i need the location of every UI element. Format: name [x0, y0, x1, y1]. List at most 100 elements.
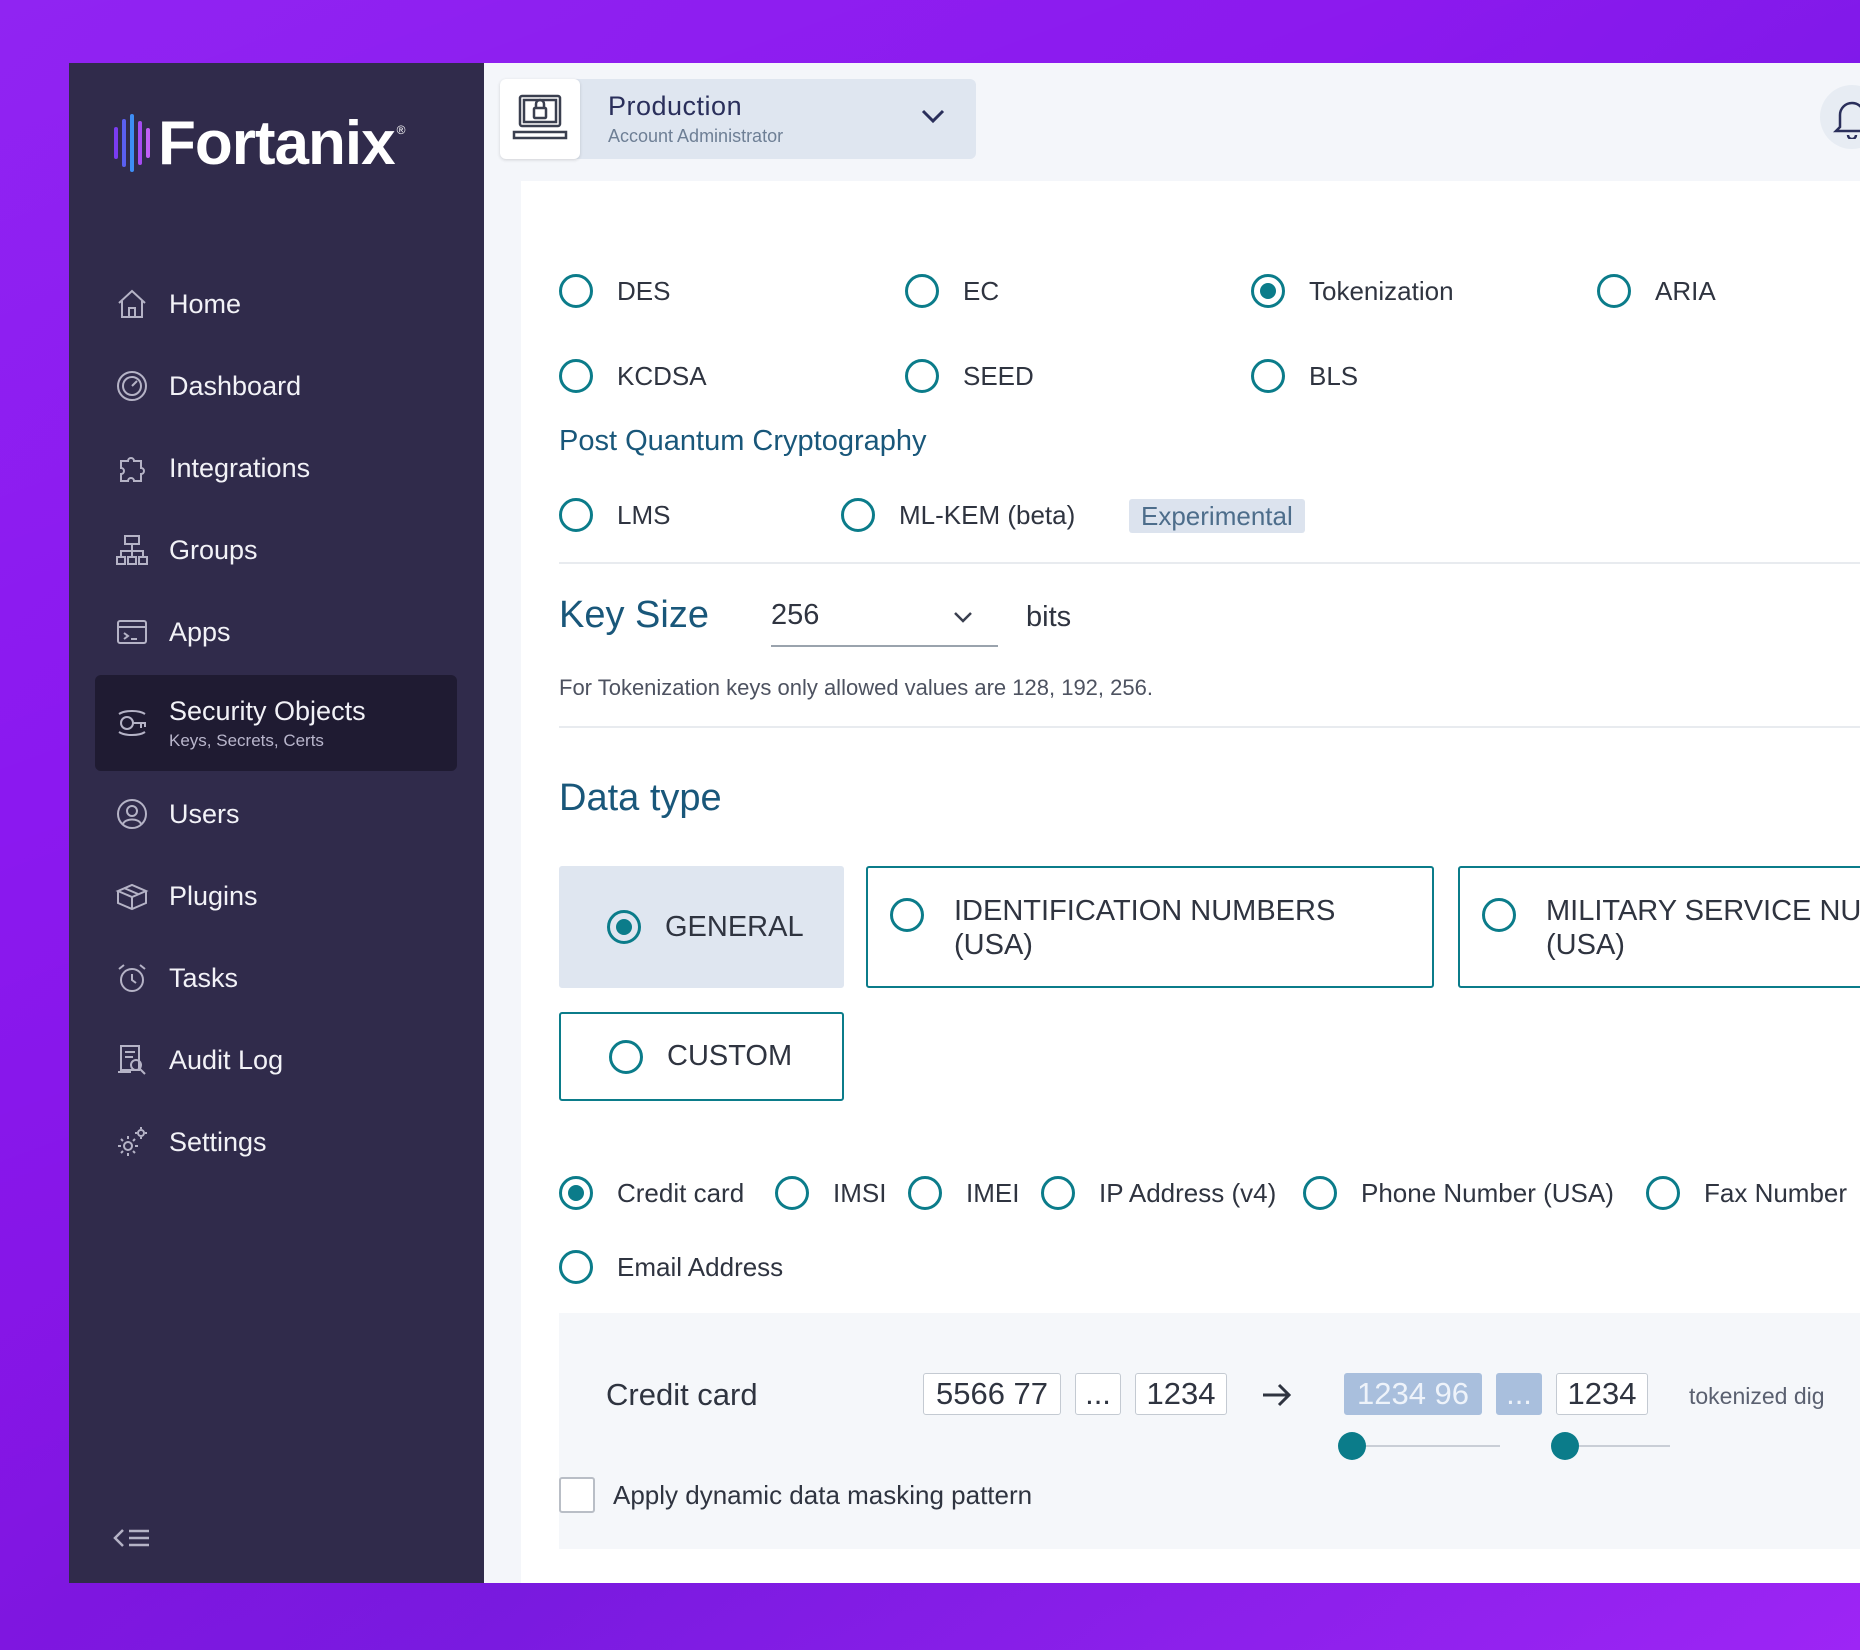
radio-label: IMSI [833, 1177, 887, 1208]
radio-button[interactable] [1482, 898, 1516, 932]
sidebar: Fortanix ® Home Dashboard Integrations G… [69, 63, 484, 1583]
terminal-window-icon [113, 613, 151, 651]
radio-imei[interactable]: IMEI [908, 1176, 1019, 1210]
radio-label: Phone Number (USA) [1361, 1177, 1614, 1208]
radio-aria[interactable]: ARIA [1597, 274, 1716, 308]
registered-mark: ® [396, 123, 406, 137]
chevron-down-icon [952, 599, 974, 632]
radio-ml-kem[interactable]: ML-KEM (beta) [841, 498, 1075, 532]
radio-button[interactable] [905, 274, 939, 308]
radio-lms[interactable]: LMS [559, 498, 670, 532]
radio-button-selected[interactable] [607, 910, 641, 944]
last-digits-slider-handle[interactable] [1551, 1432, 1579, 1460]
radio-button[interactable] [841, 498, 875, 532]
data-type-label: GENERAL [665, 910, 804, 943]
account-switcher[interactable]: Production Account Administrator [500, 79, 976, 159]
radio-button[interactable] [1041, 1176, 1075, 1210]
sidebar-item-label: Groups [169, 534, 258, 565]
radio-imsi[interactable]: IMSI [775, 1176, 886, 1210]
data-type-general[interactable]: GENERAL [559, 866, 844, 988]
sidebar-item-label: Security Objects [169, 695, 366, 726]
log-search-icon [113, 1041, 151, 1079]
top-bar: Production Account Administrator [484, 63, 1860, 181]
checkbox-box[interactable] [559, 1477, 595, 1513]
sidebar-item-tasks[interactable]: Tasks [95, 937, 457, 1019]
radio-button[interactable] [775, 1176, 809, 1210]
radio-phone-number[interactable]: Phone Number (USA) [1303, 1176, 1614, 1210]
output-digits-last: 1234 [1556, 1373, 1648, 1415]
radio-ip-address[interactable]: IP Address (v4) [1041, 1176, 1276, 1210]
radio-des[interactable]: DES [559, 274, 670, 308]
last-digits-slider-track[interactable] [1565, 1445, 1670, 1447]
radio-label: DES [617, 275, 671, 306]
radio-button-selected[interactable] [559, 1176, 593, 1210]
main-content: DES EC Tokenization ARIA KCDSA SEED BLS … [521, 181, 1860, 1583]
radio-tokenization[interactable]: Tokenization [1251, 274, 1454, 308]
sidebar-item-settings[interactable]: Settings [95, 1101, 457, 1183]
checkbox-label: Apply dynamic data masking pattern [613, 1479, 1033, 1510]
radio-button[interactable] [1251, 359, 1285, 393]
chevron-down-icon [920, 107, 946, 130]
radio-ec[interactable]: EC [905, 274, 999, 308]
radio-button[interactable] [559, 359, 593, 393]
sidebar-item-apps[interactable]: Apps [95, 591, 457, 673]
radio-button[interactable] [905, 359, 939, 393]
key-shield-icon [113, 704, 151, 742]
radio-fax-number[interactable]: Fax Number [1646, 1176, 1847, 1210]
dynamic-masking-checkbox[interactable]: Apply dynamic data masking pattern [559, 1477, 1032, 1513]
first-digits-slider-handle[interactable] [1338, 1432, 1366, 1460]
data-type-label-sub: (USA) [954, 929, 1033, 961]
key-size-value: 256 [771, 598, 820, 631]
radio-button-selected[interactable] [1251, 274, 1285, 308]
sidebar-item-plugins[interactable]: Plugins [95, 855, 457, 937]
sidebar-item-audit-log[interactable]: Audit Log [95, 1019, 457, 1101]
sidebar-item-label: Users [169, 798, 240, 829]
radio-button[interactable] [559, 1250, 593, 1284]
notifications-bell-icon[interactable] [1820, 85, 1860, 149]
sidebar-item-dashboard[interactable]: Dashboard [95, 345, 457, 427]
brand-logo[interactable]: Fortanix ® [114, 93, 405, 193]
radio-button[interactable] [609, 1039, 643, 1074]
radio-button[interactable] [908, 1176, 942, 1210]
radio-label: EC [963, 275, 1000, 306]
first-digits-slider-track[interactable] [1352, 1445, 1500, 1447]
gauge-icon [113, 367, 151, 405]
input-digits-last: 1234 [1135, 1373, 1227, 1415]
key-size-select[interactable]: 256 [771, 585, 998, 647]
radio-label: BLS [1309, 360, 1359, 391]
sidebar-item-home[interactable]: Home [95, 263, 457, 345]
sidebar-item-sublabel: Keys, Secrets, Certs [169, 730, 324, 750]
sidebar-item-security-objects[interactable]: Security Objects Keys, Secrets, Certs [95, 675, 457, 771]
divider [559, 562, 1860, 564]
sidebar-nav: Home Dashboard Integrations Groups Apps … [95, 263, 457, 1183]
package-icon [113, 877, 151, 915]
sidebar-item-users[interactable]: Users [95, 773, 457, 855]
radio-credit-card[interactable]: Credit card [559, 1176, 744, 1210]
data-type-title: Data type [559, 777, 722, 819]
radio-seed[interactable]: SEED [905, 359, 1034, 393]
data-type-custom[interactable]: CUSTOM [559, 1012, 844, 1101]
radio-label: Tokenization [1309, 275, 1454, 306]
home-icon [113, 285, 151, 323]
radio-button[interactable] [559, 274, 593, 308]
radio-label: ARIA [1655, 275, 1716, 306]
radio-label: IMEI [966, 1177, 1020, 1208]
sidebar-item-integrations[interactable]: Integrations [95, 427, 457, 509]
radio-label: IP Address (v4) [1099, 1177, 1277, 1208]
data-type-label: CUSTOM [667, 1040, 793, 1072]
radio-kcdsa[interactable]: KCDSA [559, 359, 707, 393]
radio-button[interactable] [1597, 274, 1631, 308]
radio-bls[interactable]: BLS [1251, 359, 1358, 393]
data-type-military-service[interactable]: MILITARY SERVICE NUM (USA) [1458, 866, 1860, 988]
radio-button[interactable] [1303, 1176, 1337, 1210]
output-digits-first: 1234 96 [1344, 1373, 1482, 1415]
collapse-sidebar-icon[interactable] [111, 1521, 155, 1555]
radio-button[interactable] [890, 898, 924, 932]
data-type-identification-numbers[interactable]: IDENTIFICATION NUMBERS (USA) [866, 866, 1434, 988]
radio-button[interactable] [559, 498, 593, 532]
radio-button[interactable] [1646, 1176, 1680, 1210]
input-digits-first: 5566 77 [923, 1373, 1061, 1415]
radio-label: ML-KEM (beta) [899, 499, 1076, 530]
radio-email-address[interactable]: Email Address [559, 1250, 783, 1284]
sidebar-item-groups[interactable]: Groups [95, 509, 457, 591]
